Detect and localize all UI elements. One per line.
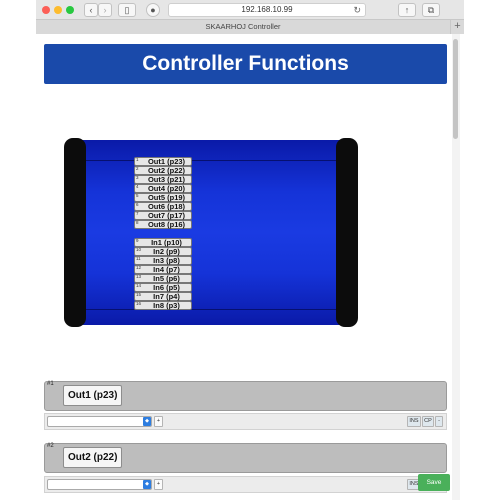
forward-icon[interactable]: › <box>98 3 112 17</box>
remove-button[interactable]: - <box>435 416 443 427</box>
new-tab-button[interactable]: + <box>450 20 464 34</box>
controller-panel-body <box>76 140 346 325</box>
port-input[interactable]: 10 In2 (p9) <box>134 247 192 256</box>
port-output[interactable]: 7 Out7 (p17) <box>134 211 192 220</box>
close-window-icon[interactable] <box>42 6 50 14</box>
port-output[interactable]: 3 Out3 (p21) <box>134 175 192 184</box>
port-output[interactable]: 5 Out5 (p19) <box>134 193 192 202</box>
panel-endcap-right <box>336 138 358 327</box>
port-label: Out2 (p22) <box>147 166 186 175</box>
port-label: In3 (p8) <box>153 256 180 265</box>
minimize-window-icon[interactable] <box>54 6 62 14</box>
function-index: #1 <box>47 381 54 387</box>
tabs-overview-icon[interactable]: ⧉ <box>422 3 440 17</box>
port-number: 7 <box>136 211 139 216</box>
port-label: In2 (p9) <box>153 247 180 256</box>
port-label: In5 (p6) <box>153 274 180 283</box>
port-output[interactable]: 6 Out6 (p18) <box>134 202 192 211</box>
port-label: Out3 (p21) <box>147 175 186 184</box>
tab-title[interactable]: SKAARHOJ Controller <box>36 20 450 34</box>
page-title: Controller Functions <box>44 44 447 84</box>
function-card: #2 Out2 (p22) <box>44 443 447 473</box>
port-label: Out4 (p20) <box>147 184 186 193</box>
port-number: 11 <box>136 256 141 261</box>
port-number: 16 <box>136 301 142 306</box>
chevron-updown-icon[interactable]: ◆ <box>143 480 151 489</box>
function-controls: ◆ + INS CP - <box>44 413 447 430</box>
add-action-button[interactable]: + <box>154 479 163 490</box>
function-title[interactable]: Out1 (p23) <box>63 385 123 406</box>
controller-panel: 1 Out1 (p23) 2 Out2 (p22) 3 Out3 (p21) 4 Out… <box>64 138 358 327</box>
port-number: 1 <box>136 157 139 162</box>
browser-toolbar: ‹ › ▯ ● 192.168.10.99 ↻ ↑ ⧉ SKAARHOJ Con… <box>36 0 464 34</box>
port-output[interactable]: 2 Out2 (p22) <box>134 166 192 175</box>
port-input[interactable]: 15 In7 (p4) <box>134 292 192 301</box>
action-select[interactable]: ◆ <box>47 416 152 427</box>
port-label: In7 (p4) <box>153 292 180 301</box>
address-bar[interactable]: 192.168.10.99 ↻ <box>168 3 366 17</box>
port-number: 2 <box>136 166 139 171</box>
chevron-updown-icon[interactable]: ◆ <box>143 417 151 426</box>
port-input[interactable]: 13 In5 (p6) <box>134 274 192 283</box>
action-select[interactable]: ◆ <box>47 479 152 490</box>
save-button[interactable]: Save <box>418 474 450 491</box>
port-number: 9 <box>136 238 139 243</box>
scrollbar-thumb[interactable] <box>453 39 458 139</box>
port-number: 14 <box>136 283 142 288</box>
port-number: 3 <box>136 175 139 180</box>
copy-button[interactable]: CP <box>422 416 434 427</box>
port-label: In1 (p10) <box>151 238 182 247</box>
port-label: In6 (p5) <box>153 283 180 292</box>
reload-icon[interactable]: ↻ <box>353 4 361 16</box>
port-input[interactable]: 12 In4 (p7) <box>134 265 192 274</box>
share-icon[interactable]: ↑ <box>398 3 416 17</box>
insert-button[interactable]: INS <box>407 416 421 427</box>
port-label: Out8 (p16) <box>147 220 186 229</box>
port-output[interactable]: 8 Out8 (p16) <box>134 220 192 229</box>
port-number: 8 <box>136 220 139 225</box>
function-title[interactable]: Out2 (p22) <box>63 447 123 468</box>
port-input[interactable]: 11 In3 (p8) <box>134 256 192 265</box>
port-number: 10 <box>136 247 142 252</box>
privacy-icon[interactable]: ● <box>146 3 160 17</box>
port-label: Out5 (p19) <box>147 193 186 202</box>
port-output[interactable]: 4 Out4 (p20) <box>134 184 192 193</box>
function-card: #1 Out1 (p23) <box>44 381 447 411</box>
port-label: In8 (p3) <box>153 301 180 310</box>
port-label: Out1 (p23) <box>147 157 186 166</box>
page-scrollbar[interactable] <box>452 34 460 500</box>
port-number: 5 <box>136 193 139 198</box>
port-number: 13 <box>136 274 142 279</box>
port-input[interactable]: 16 In8 (p3) <box>134 301 192 310</box>
port-number: 4 <box>136 184 139 189</box>
function-index: #2 <box>47 443 54 449</box>
port-input[interactable]: 9 In1 (p10) <box>134 238 192 247</box>
port-number: 12 <box>136 265 142 270</box>
port-input[interactable]: 14 In6 (p5) <box>134 283 192 292</box>
add-action-button[interactable]: + <box>154 416 163 427</box>
port-label: Out6 (p18) <box>147 202 186 211</box>
panel-divider <box>76 160 346 161</box>
back-icon[interactable]: ‹ <box>84 3 98 17</box>
port-label: In4 (p7) <box>153 265 180 274</box>
function-controls: ◆ + INS <box>44 476 447 493</box>
zoom-window-icon[interactable] <box>66 6 74 14</box>
port-number: 15 <box>136 292 142 297</box>
panel-endcap-left <box>64 138 86 327</box>
port-number: 6 <box>136 202 139 207</box>
sidebar-icon[interactable]: ▯ <box>118 3 136 17</box>
url-text: 192.168.10.99 <box>241 5 293 14</box>
port-output[interactable]: 1 Out1 (p23) <box>134 157 192 166</box>
tab-strip: SKAARHOJ Controller + <box>36 19 464 34</box>
panel-divider <box>76 309 346 310</box>
port-label: Out7 (p17) <box>147 211 186 220</box>
